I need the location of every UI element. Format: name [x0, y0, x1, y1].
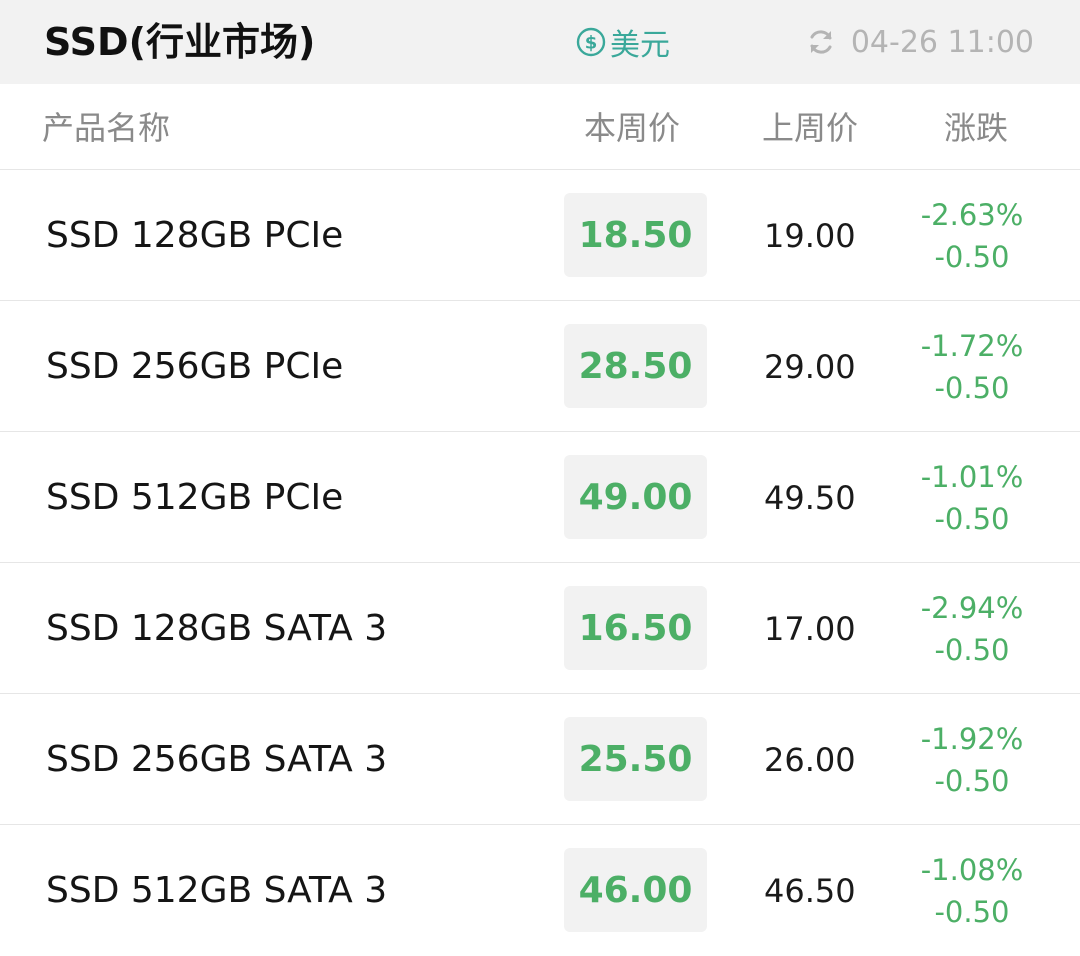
change-amount: -0.50	[934, 502, 1010, 536]
change-amount: -0.50	[934, 240, 1010, 274]
this-week-price: 49.00	[564, 455, 707, 539]
this-week-value: 49.00	[578, 476, 693, 518]
table-row[interactable]: SSD 512GB PCIe 49.00 49.50 -1.01% -0.50	[0, 432, 1080, 563]
change-amount: -0.50	[934, 371, 1010, 405]
table-row[interactable]: SSD 512GB SATA 3 46.00 46.50 -1.08% -0.5…	[0, 825, 1080, 956]
last-week-price: 26.00	[764, 741, 856, 779]
product-name: SSD 128GB SATA 3	[46, 608, 388, 649]
change-percent: -1.01%	[920, 460, 1024, 494]
refresh-icon[interactable]	[807, 28, 835, 56]
change-percent: -1.92%	[920, 722, 1024, 756]
this-week-value: 18.50	[578, 214, 693, 256]
update-timestamp: 04-26 11:00	[850, 24, 1034, 60]
column-this-week[interactable]: 本周价	[584, 108, 680, 148]
table-row[interactable]: SSD 128GB PCIe 18.50 19.00 -2.63% -0.50	[0, 170, 1080, 301]
product-name: SSD 128GB PCIe	[46, 215, 344, 256]
this-week-price: 28.50	[564, 324, 707, 408]
this-week-price: 25.50	[564, 717, 707, 801]
product-name: SSD 512GB PCIe	[46, 477, 344, 518]
change-amount: -0.50	[934, 764, 1010, 798]
this-week-price: 16.50	[564, 586, 707, 670]
currency-label: 美元	[610, 28, 670, 63]
this-week-value: 28.50	[578, 345, 693, 387]
last-week-price: 49.50	[764, 479, 856, 517]
change-percent: -2.94%	[920, 591, 1024, 625]
change-amount: -0.50	[934, 895, 1010, 929]
currency-toggle[interactable]: $ 美元	[576, 20, 670, 64]
change-percent: -1.72%	[920, 329, 1024, 363]
price-table: SSD 128GB PCIe 18.50 19.00 -2.63% -0.50 …	[0, 170, 1080, 956]
table-row[interactable]: SSD 256GB SATA 3 25.50 26.00 -1.92% -0.5…	[0, 694, 1080, 825]
last-week-price: 29.00	[764, 348, 856, 386]
this-week-price: 46.00	[564, 848, 707, 932]
this-week-price: 18.50	[564, 193, 707, 277]
price-change: -2.94% -0.50	[900, 587, 1044, 671]
column-last-week[interactable]: 上周价	[762, 108, 858, 148]
product-name: SSD 256GB SATA 3	[46, 739, 388, 780]
column-product-name: 产品名称	[42, 109, 171, 147]
table-row[interactable]: SSD 128GB SATA 3 16.50 17.00 -2.94% -0.5…	[0, 563, 1080, 694]
price-change: -1.72% -0.50	[900, 325, 1044, 409]
product-name: SSD 256GB PCIe	[46, 346, 344, 387]
this-week-value: 25.50	[578, 738, 693, 780]
last-week-price: 19.00	[764, 217, 856, 255]
change-amount: -0.50	[934, 633, 1010, 667]
column-header: 产品名称 本周价 上周价 涨跌	[0, 84, 1080, 170]
price-change: -2.63% -0.50	[900, 194, 1044, 278]
product-name: SSD 512GB SATA 3	[46, 870, 388, 911]
table-row[interactable]: SSD 256GB PCIe 28.50 29.00 -1.72% -0.50	[0, 301, 1080, 432]
page-title: SSD(行业市场)	[44, 20, 316, 64]
price-change: -1.08% -0.50	[900, 849, 1044, 933]
change-percent: -1.08%	[920, 853, 1024, 887]
this-week-value: 16.50	[578, 607, 693, 649]
svg-text:$: $	[585, 33, 598, 54]
column-change[interactable]: 涨跌	[944, 108, 1008, 148]
price-change: -1.01% -0.50	[900, 456, 1044, 540]
price-change: -1.92% -0.50	[900, 718, 1044, 802]
last-week-price: 46.50	[764, 872, 856, 910]
dollar-circle-icon: $	[576, 27, 606, 57]
top-bar: SSD(行业市场) $ 美元 04-26 11:00	[0, 0, 1080, 84]
last-week-price: 17.00	[764, 610, 856, 648]
this-week-value: 46.00	[578, 869, 693, 911]
update-time: 04-26 11:00	[807, 20, 1034, 64]
change-percent: -2.63%	[920, 198, 1024, 232]
